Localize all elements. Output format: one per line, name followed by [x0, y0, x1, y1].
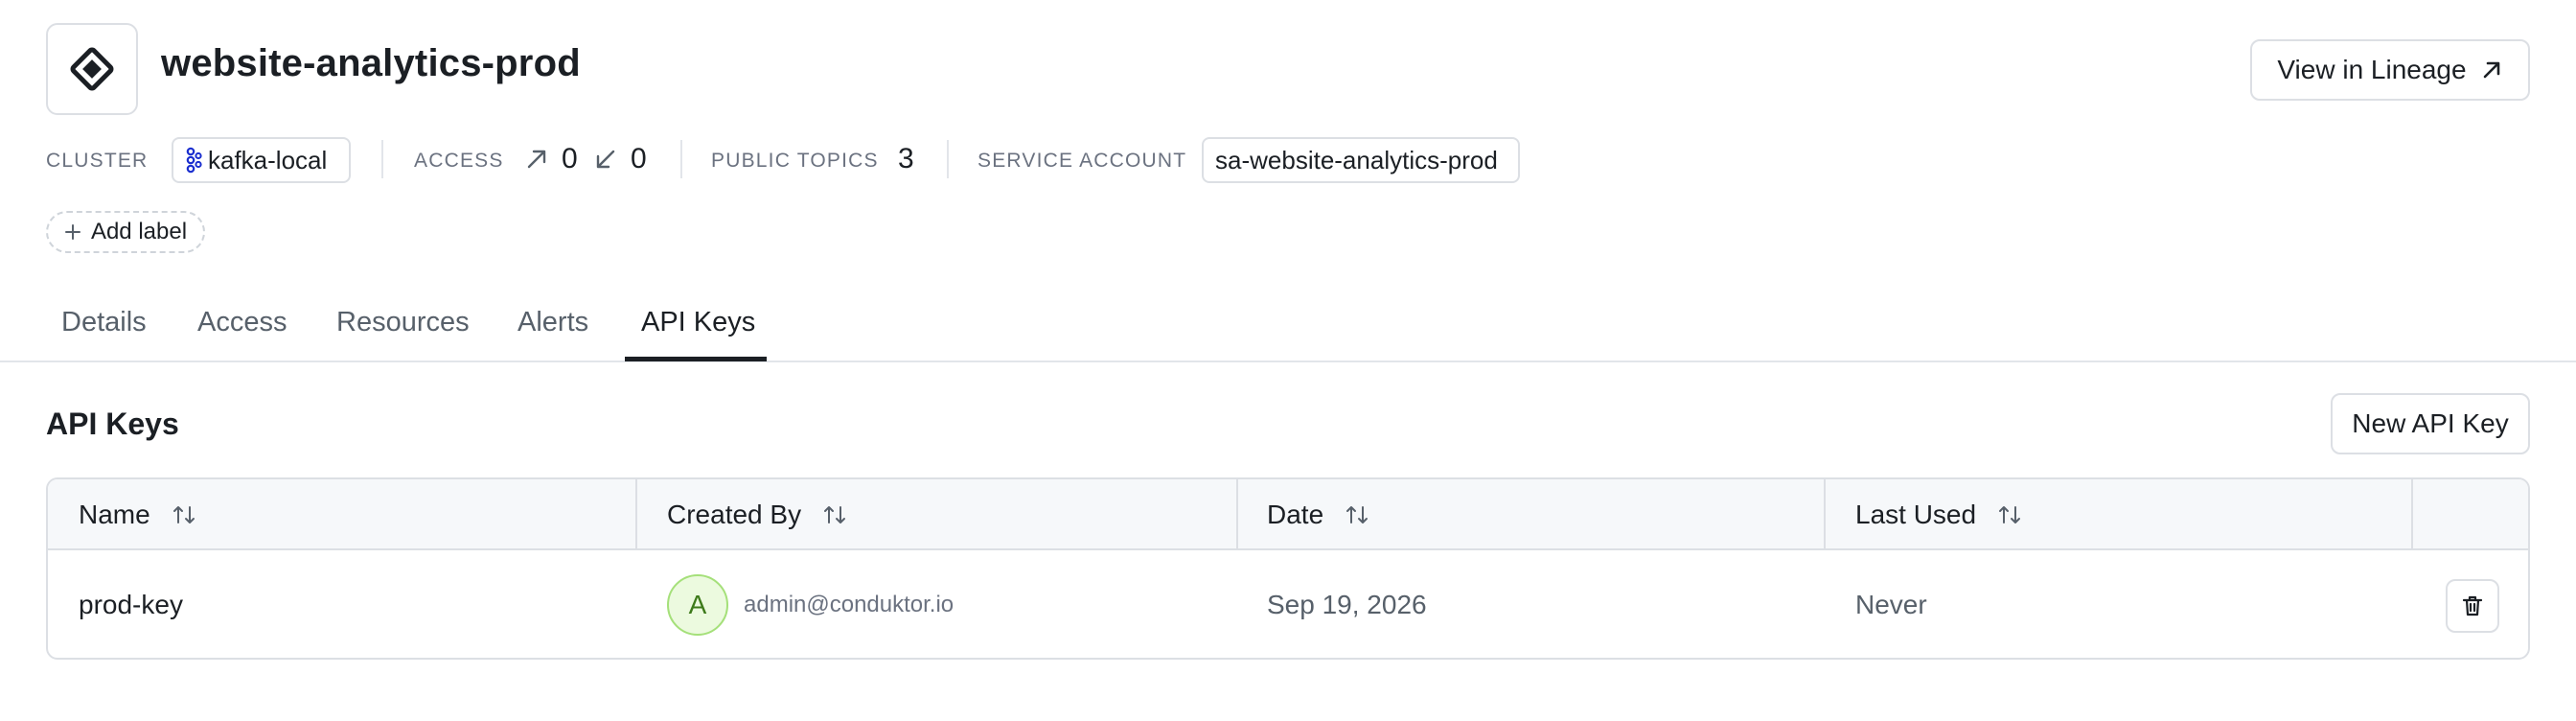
sort-icon	[1346, 506, 1368, 523]
page-title: website-analytics-prod	[161, 42, 581, 84]
access-out-count: 0	[562, 143, 578, 174]
avatar: A	[667, 574, 728, 636]
trash-icon	[2462, 595, 2483, 616]
cluster-chip[interactable]: kafka-local	[172, 137, 351, 183]
sort-icon	[1999, 506, 2021, 523]
tab-access[interactable]: Access	[197, 307, 287, 338]
tab-details[interactable]: Details	[61, 307, 147, 338]
delete-key-button[interactable]	[2446, 579, 2499, 633]
tab-resources[interactable]: Resources	[336, 307, 470, 338]
public-topics-count: 3	[898, 143, 914, 174]
api-keys-table: Name Created By Date Last Used prod-key …	[46, 477, 2530, 660]
view-in-lineage-button[interactable]: View in Lineage	[2250, 39, 2530, 101]
tab-alerts[interactable]: Alerts	[518, 307, 588, 338]
column-divider	[2411, 479, 2413, 550]
creator-email: admin@conduktor.io	[744, 592, 954, 617]
column-divider	[1236, 479, 1238, 550]
meta-divider	[381, 140, 383, 178]
tab-bar: Details Access Resources Alerts API Keys	[0, 288, 2576, 362]
column-header-name[interactable]: Name	[79, 479, 196, 550]
sort-icon	[824, 506, 846, 523]
cluster-label: CLUSTER	[46, 150, 149, 172]
column-header-label: Date	[1267, 500, 1324, 529]
service-account-value: sa-website-analytics-prod	[1215, 145, 1498, 174]
service-account-label: SERVICE ACCOUNT	[978, 150, 1187, 172]
arrow-up-right-icon	[527, 150, 546, 169]
column-header-created-by[interactable]: Created By	[667, 479, 847, 550]
cell-date: Sep 19, 2026	[1267, 590, 1427, 619]
column-divider	[1824, 479, 1826, 550]
sort-icon	[172, 506, 195, 523]
app-icon	[46, 23, 138, 115]
meta-divider	[680, 140, 682, 178]
diamond-icon	[70, 47, 114, 91]
kafka-icon	[186, 147, 202, 174]
active-tab-indicator	[625, 357, 767, 361]
arrow-down-left-icon	[596, 150, 615, 169]
section-title: API Keys	[46, 407, 179, 441]
cell-last-used: Never	[1855, 590, 1927, 619]
column-header-label: Created By	[667, 500, 802, 529]
service-account-chip[interactable]: sa-website-analytics-prod	[1202, 137, 1520, 183]
cluster-value: kafka-local	[208, 145, 328, 174]
column-header-label: Last Used	[1855, 500, 1977, 529]
new-api-key-label: New API Key	[2352, 408, 2509, 438]
cell-name: prod-key	[79, 590, 183, 619]
public-topics-label: PUBLIC TOPICS	[711, 150, 879, 172]
meta-divider	[947, 140, 949, 178]
column-header-date[interactable]: Date	[1267, 479, 1369, 550]
column-header-label: Name	[79, 500, 150, 529]
plus-icon	[64, 224, 80, 240]
table-header: Name Created By Date Last Used	[48, 479, 2528, 550]
new-api-key-button[interactable]: New API Key	[2331, 393, 2530, 454]
tab-api-keys[interactable]: API Keys	[641, 307, 755, 338]
view-in-lineage-label: View in Lineage	[2277, 55, 2467, 84]
add-label-text: Add label	[90, 219, 188, 244]
cell-created-by: A admin@conduktor.io	[667, 550, 954, 658]
add-label-button[interactable]: Add label	[46, 211, 205, 253]
column-divider	[635, 479, 637, 550]
external-arrow-icon	[2483, 61, 2499, 79]
access-in-count: 0	[631, 143, 647, 174]
column-header-last-used[interactable]: Last Used	[1855, 479, 2022, 550]
access-label: ACCESS	[414, 150, 504, 172]
